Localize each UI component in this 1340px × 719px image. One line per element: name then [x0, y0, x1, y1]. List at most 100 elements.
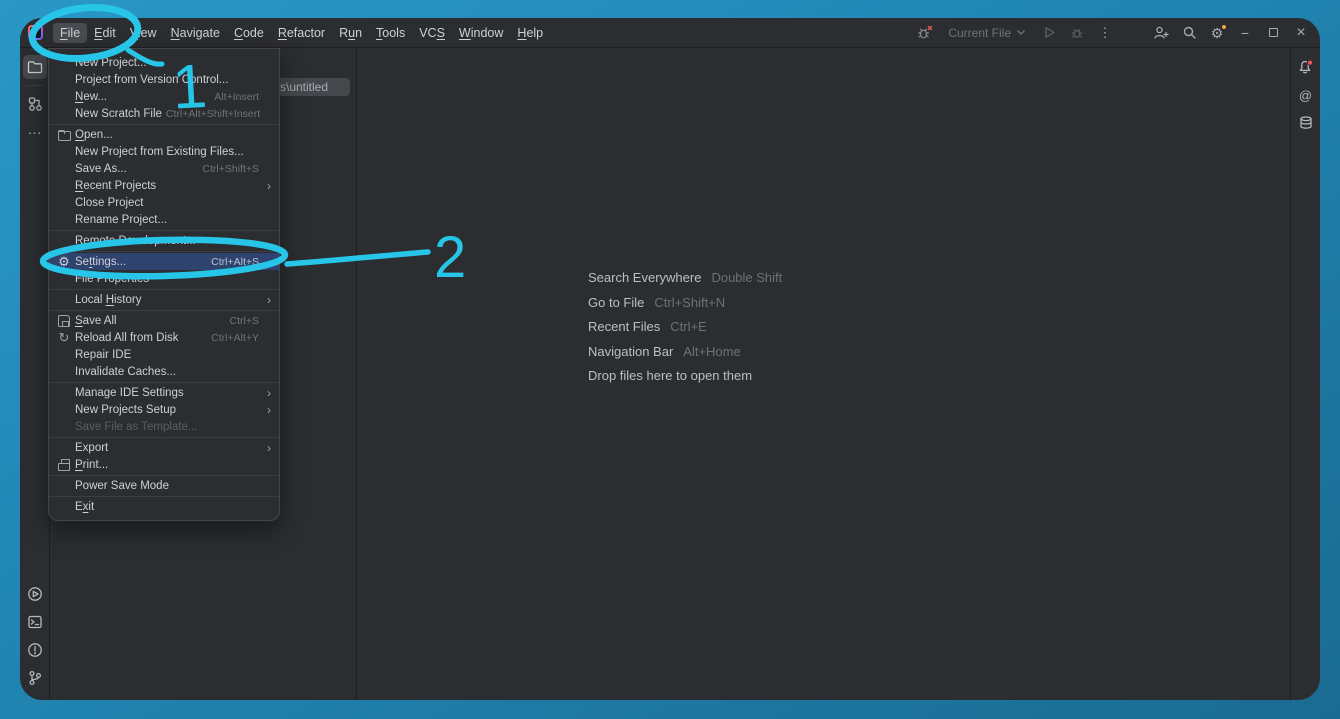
menu-item-local-history[interactable]: Local History ›: [49, 291, 279, 308]
menu-item-open[interactable]: Open...: [49, 126, 279, 143]
run-icon[interactable]: [23, 582, 47, 606]
menu-item-save-all[interactable]: Save All Ctrl+S: [49, 312, 279, 329]
welcome-shortcut-recent-files: Recent Files Ctrl+E: [588, 319, 782, 335]
menubar-item-help[interactable]: Help: [510, 23, 550, 43]
menu-item-label: Rename Project...: [73, 214, 167, 226]
submenu-arrow-icon: ›: [263, 293, 271, 307]
welcome-shortcut-go-to-file: Go to File Ctrl+Shift+N: [588, 295, 782, 311]
menu-item-label: New...: [73, 91, 107, 103]
terminal-icon[interactable]: [23, 610, 47, 634]
menu-item-export[interactable]: Export ›: [49, 439, 279, 456]
menubar-item-navigate[interactable]: Navigate: [164, 23, 227, 43]
menubar-item-label: Code: [234, 26, 264, 40]
menu-item-project-from-version-control[interactable]: Project from Version Control...: [49, 71, 279, 88]
menu-item-exit[interactable]: Exit: [49, 498, 279, 515]
menu-item-icon: [55, 499, 73, 515]
menu-item-manage-ide-settings[interactable]: Manage IDE Settings ›: [49, 384, 279, 401]
menu-item-icon: [55, 271, 73, 287]
ai-assistant-icon[interactable]: @: [1294, 83, 1318, 107]
menu-item-reload-all-from-disk[interactable]: ↻ Reload All from Disk Ctrl+Alt+Y: [49, 329, 279, 346]
menu-item-recent-projects[interactable]: Recent Projects ›: [49, 177, 279, 194]
menubar-item-label: File: [60, 26, 80, 40]
menu-item-file-properties[interactable]: File Properties: [49, 270, 279, 287]
menu-item-close-project[interactable]: Close Project: [49, 194, 279, 211]
menu-item-new-project[interactable]: New Project...: [49, 54, 279, 71]
menu-item-icon: [55, 72, 73, 88]
menubar-item-view[interactable]: View: [123, 23, 164, 43]
menu-item-icon: [55, 144, 73, 160]
editor-welcome-shortcuts: Search Everywhere Double Shift Go to Fil…: [588, 270, 782, 393]
menu-item-save-as[interactable]: Save As... Ctrl+Shift+S: [49, 160, 279, 177]
menu-item-shortcut: Ctrl+S: [230, 315, 259, 327]
notifications-icon[interactable]: [1294, 55, 1318, 79]
more-tool-windows-icon[interactable]: ···: [23, 120, 47, 144]
menu-item-new-project-from-existing-files[interactable]: New Project from Existing Files...: [49, 143, 279, 160]
menu-item-icon: [55, 292, 73, 308]
menubar-item-vcs[interactable]: VCS: [412, 23, 452, 43]
search-icon[interactable]: [1176, 21, 1202, 45]
menu-item-repair-ide[interactable]: Repair IDE: [49, 346, 279, 363]
menubar-item-label: Run: [339, 26, 362, 40]
menubar-item-run[interactable]: Run: [332, 23, 369, 43]
menu-item-power-save-mode[interactable]: Power Save Mode: [49, 477, 279, 494]
project-path-chip[interactable]: s\untitled: [274, 78, 350, 96]
submenu-arrow-icon: ›: [263, 179, 271, 193]
debugger-disconnected-icon[interactable]: [912, 21, 938, 45]
code-with-me-icon[interactable]: [1148, 21, 1174, 45]
structure-icon[interactable]: [23, 92, 47, 116]
maximize-button[interactable]: [1260, 21, 1286, 45]
menu-separator: [49, 230, 279, 231]
problems-icon[interactable]: [23, 638, 47, 662]
menubar-item-window[interactable]: Window: [452, 23, 510, 43]
menubar-item-file[interactable]: File: [53, 23, 87, 43]
menu-item-rename-project[interactable]: Rename Project...: [49, 211, 279, 228]
menubar-item-code[interactable]: Code: [227, 23, 271, 43]
app-logo-icon[interactable]: [28, 25, 43, 40]
close-button[interactable]: ×: [1288, 21, 1314, 45]
project-folder-icon[interactable]: [23, 55, 47, 79]
minimize-button[interactable]: −: [1232, 21, 1258, 45]
welcome-shortcut-drop-files-here-to-open-them: Drop files here to open them: [588, 368, 782, 384]
menubar-item-label: VCS: [419, 26, 445, 40]
menubar-item-label: Window: [459, 26, 503, 40]
menu-item-new[interactable]: New... Alt+Insert: [49, 88, 279, 105]
menu-item-remote-development[interactable]: Remote Development...: [49, 232, 279, 249]
menu-item-settings[interactable]: ⚙ Settings... Ctrl+Alt+S: [49, 253, 279, 270]
menu-item-label: Remote Development...: [73, 235, 196, 247]
menu-item-icon: [55, 178, 73, 194]
menubar-item-tools[interactable]: Tools: [369, 23, 412, 43]
more-menu[interactable]: ⋮: [1092, 21, 1118, 45]
settings-icon[interactable]: ⚙: [1204, 21, 1230, 45]
menu-item-label: New Project from Existing Files...: [73, 146, 244, 158]
menu-item-print[interactable]: Print...: [49, 456, 279, 473]
database-icon[interactable]: [1294, 111, 1318, 135]
menu-item-label: Power Save Mode: [73, 480, 169, 492]
menu-item-new-scratch-file[interactable]: New Scratch File Ctrl+Alt+Shift+Insert: [49, 105, 279, 122]
menu-item-new-projects-setup[interactable]: New Projects Setup ›: [49, 401, 279, 418]
welcome-shortcut-label: Drop files here to open them: [588, 368, 752, 384]
project-panel-separator[interactable]: [356, 49, 357, 700]
menu-item-shortcut: Ctrl+Alt+S: [211, 256, 259, 268]
menu-item-label: File Properties: [73, 273, 149, 285]
menu-item-icon: [55, 364, 73, 380]
menubar-item-refactor[interactable]: Refactor: [271, 23, 332, 43]
menu-separator: [49, 251, 279, 252]
debug-button[interactable]: [1064, 21, 1090, 45]
menubar-item-edit[interactable]: Edit: [87, 23, 123, 43]
welcome-shortcut-keys: Ctrl+Shift+N: [654, 295, 725, 311]
run-button[interactable]: [1036, 21, 1062, 45]
folder-icon: [55, 127, 73, 143]
menubar-item-label: Navigate: [171, 26, 220, 40]
right-tool-stripe: @: [1290, 49, 1320, 700]
submenu-arrow-icon: ›: [263, 386, 271, 400]
welcome-shortcut-keys: Ctrl+E: [670, 319, 706, 335]
menu-item-label: Manage IDE Settings: [73, 387, 184, 399]
minimize-icon: −: [1241, 25, 1249, 41]
welcome-shortcut-navigation-bar: Navigation Bar Alt+Home: [588, 344, 782, 360]
current-file-selector[interactable]: Current File: [940, 26, 1034, 40]
menu-item-invalidate-caches[interactable]: Invalidate Caches...: [49, 363, 279, 380]
menu-item-label: Invalidate Caches...: [73, 366, 176, 378]
menu-item-save-file-as-template[interactable]: Save File as Template...: [49, 418, 279, 435]
git-branch-icon[interactable]: [23, 666, 47, 690]
menu-item-icon: [55, 233, 73, 249]
